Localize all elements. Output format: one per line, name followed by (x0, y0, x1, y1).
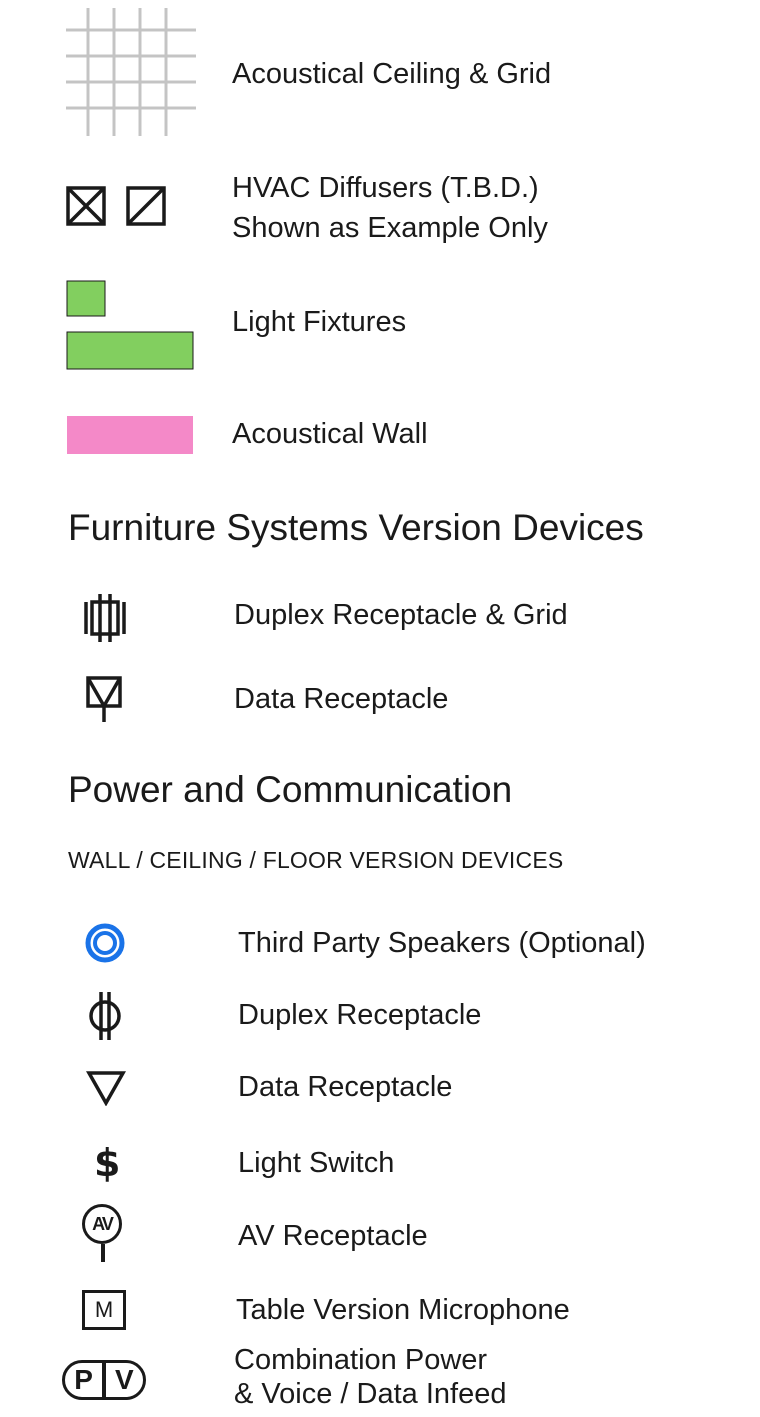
microphone-glyph: M (94, 1297, 114, 1322)
speaker-label: Third Party Speakers (Optional) (238, 927, 646, 959)
light-fixtures-label: Light Fixtures (232, 306, 407, 338)
hvac-label-line1: HVAC Diffusers (T.B.D.) (232, 172, 539, 204)
infeed-glyph-p: P (74, 1364, 93, 1395)
av-glyph: AV (92, 1213, 114, 1234)
ceiling-grid-icon (66, 8, 196, 136)
av-receptacle-label: AV Receptacle (238, 1220, 428, 1252)
power-heading: Power and Communication (68, 769, 513, 810)
duplex-receptacle-grid-label: Duplex Receptacle & Grid (234, 599, 568, 631)
power-voice-data-infeed-icon: P V (62, 1360, 146, 1400)
light-switch-label: Light Switch (238, 1147, 395, 1179)
light-switch-icon: $ (94, 1141, 121, 1185)
acoustical-wall-icon (67, 416, 193, 454)
light-fixture-icon (66, 280, 194, 370)
hvac-diffuser-icon (66, 186, 166, 226)
power-subheading: WALL / CEILING / FLOOR VERSION DEVICES (68, 847, 564, 873)
ceiling-grid-label: Acoustical Ceiling & Grid (232, 58, 552, 90)
data-receptacle-icon (86, 1071, 126, 1106)
infeed-label-line1: Combination Power (234, 1344, 488, 1376)
microphone-label: Table Version Microphone (236, 1294, 570, 1326)
data-receptacle-furniture-icon (86, 676, 122, 722)
speaker-icon (85, 923, 125, 963)
hvac-label-line2: Shown as Example Only (232, 212, 548, 244)
infeed-glyph-v: V (115, 1364, 134, 1395)
acoustical-wall-label: Acoustical Wall (232, 418, 428, 450)
microphone-icon: M (82, 1290, 126, 1330)
av-receptacle-icon: AV (82, 1204, 126, 1264)
duplex-receptacle-grid-icon (84, 594, 126, 642)
duplex-receptacle-label: Duplex Receptacle (238, 999, 482, 1031)
data-receptacle-label: Data Receptacle (238, 1071, 453, 1103)
infeed-label-line2: & Voice / Data Infeed (234, 1378, 507, 1410)
duplex-receptacle-icon (89, 992, 121, 1040)
data-receptacle-furniture-label: Data Receptacle (234, 683, 449, 715)
furniture-heading: Furniture Systems Version Devices (68, 507, 644, 548)
